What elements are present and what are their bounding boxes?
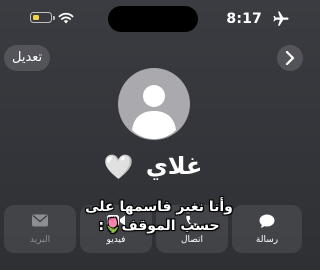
wifi-icon <box>58 12 74 24</box>
contact-avatar[interactable] <box>118 68 190 140</box>
overlay-caption: وأنا نغير فاسمها على حسب الموقف🌷: <box>64 198 254 236</box>
back-button[interactable] <box>277 45 303 71</box>
message-label: رسالة <box>255 235 279 245</box>
message-bubble-icon <box>259 214 275 228</box>
dynamic-island <box>108 6 198 32</box>
battery-level <box>32 14 39 20</box>
person-silhouette-icon <box>132 85 176 139</box>
contact-name-text: غلاي <box>145 152 203 180</box>
white-heart-icon: 🤍 <box>103 153 134 181</box>
video-label: فيديو <box>106 235 126 245</box>
caption-line-1: وأنا نغير فاسمها على <box>85 199 233 215</box>
airplane-mode-icon <box>273 11 289 26</box>
caption-line-2: حسب الموقف🌷: <box>98 218 220 234</box>
edit-button[interactable]: تعديل <box>4 45 51 71</box>
mail-icon <box>32 214 48 227</box>
mail-label: البريد <box>29 235 51 245</box>
contact-name: غلاي 🤍 <box>0 152 306 181</box>
battery-tip <box>53 15 55 20</box>
status-time: 8:17 <box>226 11 262 27</box>
battery-icon <box>30 12 52 23</box>
call-label: اتصال <box>180 235 204 245</box>
chevron-right-icon <box>285 51 295 65</box>
status-bar: 8:17 <box>0 0 306 40</box>
